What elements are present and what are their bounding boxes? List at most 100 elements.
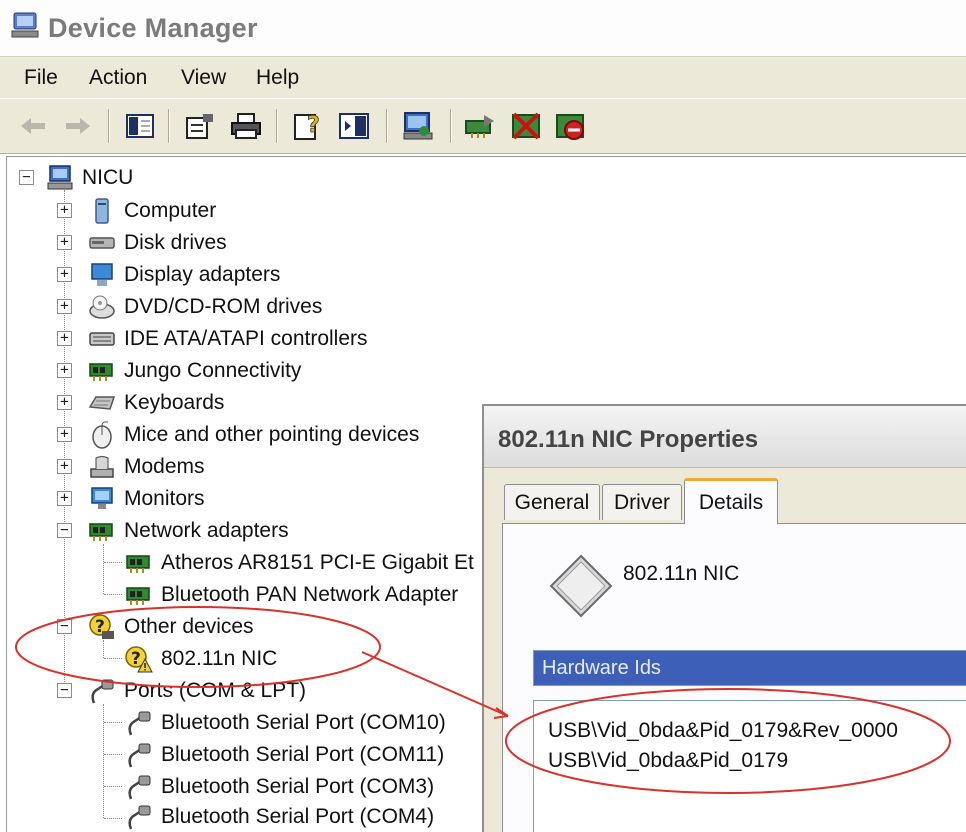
toolbar-separator <box>276 109 278 143</box>
forward-button[interactable] <box>60 109 96 143</box>
tree-node-label: Bluetooth Serial Port (COM10) <box>161 711 446 734</box>
tree-expand-toggle[interactable]: + <box>57 299 72 314</box>
toolbar-separator <box>108 109 110 143</box>
tree-node-com10[interactable]: Bluetooth Serial Port (COM10) <box>125 708 446 738</box>
tree-node-monitors[interactable]: Monitors <box>88 484 205 514</box>
port-icon <box>128 805 151 830</box>
uninstall-device-icon <box>556 114 584 140</box>
scan-hardware-button[interactable] <box>400 109 436 143</box>
tree-expand-toggle[interactable]: + <box>57 203 72 218</box>
show-hide-tree-button[interactable] <box>122 109 158 143</box>
hardware-id-value[interactable]: USB\Vid_0bda&Pid_0179 <box>548 749 788 773</box>
tree-expand-toggle[interactable]: + <box>57 427 72 442</box>
tree-node-root[interactable]: NICU <box>46 163 133 193</box>
menu-file[interactable]: File <box>24 66 58 90</box>
tree-node-computer[interactable]: Computer <box>88 196 216 226</box>
window-title: Device Manager <box>48 13 258 43</box>
console-tree-button[interactable] <box>336 109 372 143</box>
tree-node-label: Other devices <box>124 615 254 638</box>
tree-node-modems[interactable]: Modems <box>88 452 205 482</box>
tree-node-com3[interactable]: Bluetooth Serial Port (COM3) <box>125 772 434 802</box>
menu-action[interactable]: Action <box>89 66 147 90</box>
title-bar: Device Manager <box>0 0 966 56</box>
tree-node-label: Monitors <box>124 487 205 510</box>
tree-node-80211n-nic[interactable]: ? 802.11n NIC <box>125 644 277 674</box>
properties-dialog: 802.11n NIC Properties General Driver De… <box>482 404 966 832</box>
back-button[interactable] <box>15 109 51 143</box>
tree-node-bluetooth-pan[interactable]: Bluetooth PAN Network Adapter <box>125 580 458 610</box>
tree-node-atheros[interactable]: Atheros AR8151 PCI-E Gigabit Et <box>125 548 474 578</box>
tree-node-label: Atheros AR8151 PCI-E Gigabit Et <box>161 551 474 574</box>
tree-line <box>103 544 104 594</box>
tree-node-com11[interactable]: Bluetooth Serial Port (COM11) <box>125 740 444 770</box>
menu-help[interactable]: Help <box>256 66 299 90</box>
tree-node-ide-controllers[interactable]: IDE ATA/ATAPI controllers <box>88 324 368 354</box>
port-icon <box>91 679 114 704</box>
tree-node-network-adapters[interactable]: Network adapters <box>88 516 289 546</box>
toolbar-separator <box>386 109 388 143</box>
details-panel: 802.11n NIC Hardware Ids USB\Vid_0bda&Pi… <box>502 523 966 832</box>
tree-node-mice[interactable]: Mice and other pointing devices <box>88 420 419 450</box>
tree-node-keyboards[interactable]: Keyboards <box>88 388 224 418</box>
dialog-title-bar[interactable]: 802.11n NIC Properties <box>484 406 966 468</box>
tab-details[interactable]: Details <box>684 478 778 524</box>
tree-node-other-devices[interactable]: ? Other devices <box>88 612 254 642</box>
tree-expand-toggle[interactable]: + <box>57 331 72 346</box>
tree-expand-toggle[interactable]: + <box>57 235 72 250</box>
tree-node-label: Bluetooth Serial Port (COM11) <box>161 743 445 766</box>
help-icon: ? <box>294 113 320 140</box>
menu-view[interactable]: View <box>181 66 226 90</box>
tree-collapse-toggle[interactable]: − <box>57 683 72 698</box>
port-icon <box>128 775 151 800</box>
tree-node-label: IDE ATA/ATAPI controllers <box>124 327 368 350</box>
tree-node-display-adapters[interactable]: Display adapters <box>88 260 280 290</box>
help-button[interactable]: ? <box>290 109 326 143</box>
mouse-icon <box>92 421 112 449</box>
property-values-list[interactable]: USB\Vid_0bda&Pid_0179&Rev_0000 USB\Vid_0… <box>533 700 966 832</box>
tree-expand-toggle[interactable]: + <box>57 459 72 474</box>
tree-node-label: Keyboards <box>124 391 225 414</box>
tab-driver[interactable]: Driver <box>602 484 682 520</box>
tree-collapse-toggle[interactable]: − <box>57 619 72 634</box>
ide-controller-icon <box>89 332 115 346</box>
display-adapter-icon <box>91 263 113 286</box>
property-select[interactable]: Hardware Ids <box>533 650 966 686</box>
jungo-board-icon <box>89 363 113 381</box>
tree-node-label: Modems <box>124 455 205 478</box>
tree-node-ports[interactable]: Ports (COM & LPT) <box>88 676 306 706</box>
update-driver-icon <box>465 115 494 138</box>
tree-expand-toggle[interactable]: + <box>57 363 72 378</box>
print-button[interactable] <box>228 109 264 143</box>
disable-device-icon <box>512 112 540 140</box>
dialog-title: 802.11n NIC Properties <box>498 426 759 453</box>
hardware-id-value[interactable]: USB\Vid_0bda&Pid_0179&Rev_0000 <box>548 719 898 743</box>
tree-collapse-toggle[interactable]: − <box>19 170 34 185</box>
tree-expand-toggle[interactable]: + <box>57 395 72 410</box>
tree-expand-toggle[interactable]: + <box>57 267 72 282</box>
toolbar-separator <box>168 109 170 143</box>
show-hide-tree-icon <box>126 114 154 138</box>
tree-line <box>104 658 122 659</box>
svg-text:?: ? <box>307 113 320 138</box>
tree-node-label: Disk drives <box>124 231 227 254</box>
tree-expand-toggle[interactable]: + <box>57 491 72 506</box>
tree-collapse-toggle[interactable]: − <box>57 523 72 538</box>
port-icon <box>128 711 151 736</box>
tree-node-label: Mice and other pointing devices <box>124 423 420 446</box>
tree-node-label: Bluetooth PAN Network Adapter <box>161 583 459 606</box>
update-driver-button[interactable] <box>462 109 498 143</box>
uninstall-device-button[interactable] <box>552 109 588 143</box>
disable-device-button[interactable] <box>508 109 544 143</box>
tab-general[interactable]: General <box>504 484 600 520</box>
tree-node-disk-drives[interactable]: Disk drives <box>88 228 227 258</box>
properties-button[interactable] <box>182 109 218 143</box>
keyboard-icon <box>88 396 116 410</box>
tree-node-label: Jungo Connectivity <box>124 359 302 382</box>
network-card-icon <box>126 587 150 605</box>
tree-node-label: Bluetooth Serial Port (COM3) <box>161 775 435 798</box>
tree-node-jungo-connectivity[interactable]: Jungo Connectivity <box>88 356 301 386</box>
tree-node-dvd-drives[interactable]: DVD/CD-ROM drives <box>88 292 322 322</box>
unknown-device-icon: ? <box>89 614 114 639</box>
tree-node-com4[interactable]: Bluetooth Serial Port (COM4) <box>125 802 434 832</box>
console-tree-icon <box>339 113 369 139</box>
